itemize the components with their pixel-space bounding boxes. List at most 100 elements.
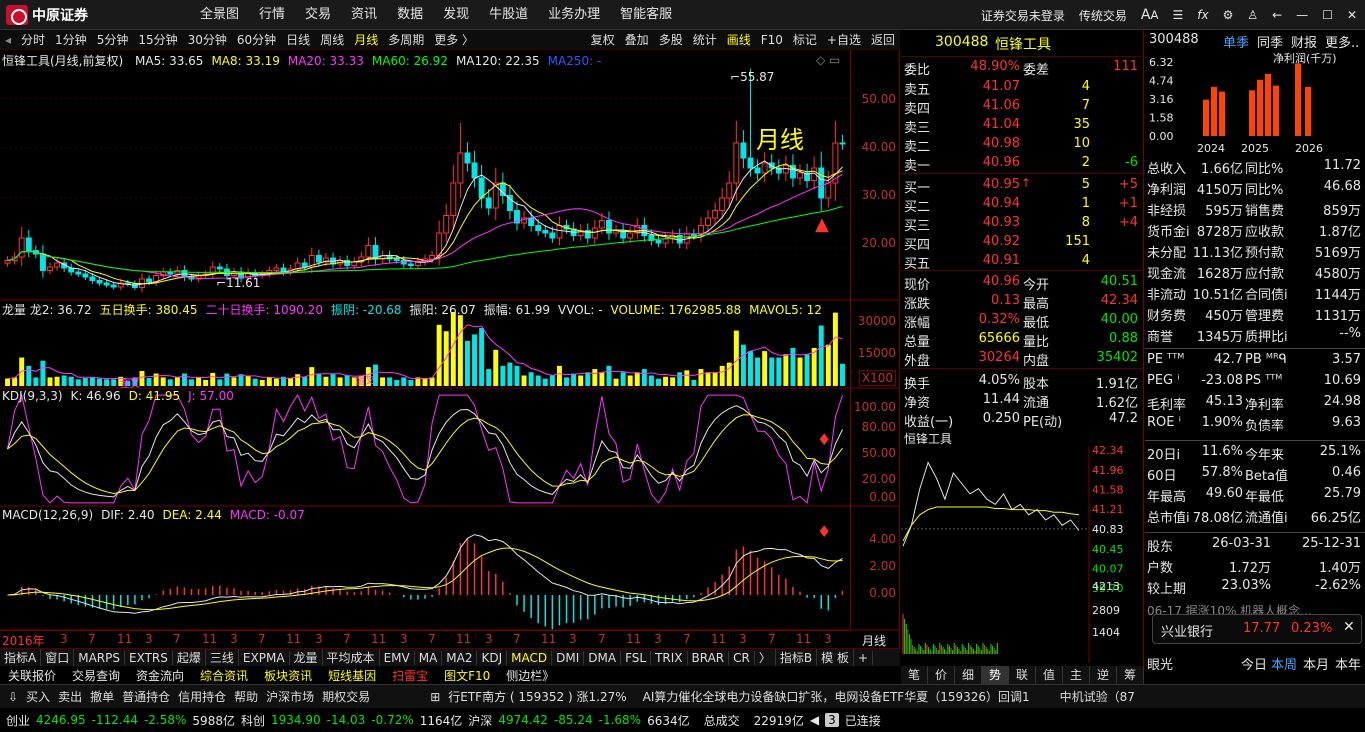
menu-item-data[interactable]: 数据 (387, 0, 433, 30)
indicator-tab[interactable]: 龙量 (290, 649, 323, 666)
trade-position[interactable]: 普通持仓 (122, 688, 170, 705)
tool-back[interactable]: 返回 (866, 31, 900, 48)
indicator-tab[interactable]: DMA (584, 650, 622, 665)
settings-list-icon[interactable]: ☰ (1172, 8, 1183, 22)
quick-link[interactable]: 短线基因 (320, 667, 384, 684)
fin-tab-quarter[interactable]: 单季 (1223, 32, 1249, 51)
close-icon[interactable]: ✕ (1343, 619, 1355, 635)
formula-icon[interactable]: fx (1197, 8, 1208, 22)
period-more[interactable]: 更多 〉 (429, 31, 479, 48)
trade-options[interactable]: 期权交易 (322, 688, 370, 705)
quick-link[interactable]: 交易查询 (64, 667, 128, 684)
quick-link[interactable]: 扫雷宝 (384, 667, 436, 684)
watch-tab-month[interactable]: 本月 (1303, 654, 1329, 673)
period-1min[interactable]: 1分钟 (50, 31, 92, 48)
period-15min[interactable]: 15分钟 (133, 31, 182, 48)
pane-menu-icons[interactable]: ◇ ▭ (816, 53, 840, 67)
indicator-tab[interactable]: 平均成本 (323, 649, 380, 666)
period-weekly[interactable]: 周线 (315, 31, 349, 48)
trade-market[interactable]: 沪深市场 (266, 688, 314, 705)
speaker-icon[interactable]: ◀ (810, 713, 819, 727)
fin-tab-same-quarter[interactable]: 同季 (1257, 32, 1283, 51)
tool-stats[interactable]: 统计 (688, 31, 722, 48)
close-icon[interactable]: ✕ (1347, 8, 1357, 22)
period-timeshare[interactable]: 分时 (16, 31, 50, 48)
indicator-tab[interactable]: EMV (380, 650, 415, 665)
tool-draw-line[interactable]: 画线 (722, 31, 756, 48)
sidebar-toggle-icon[interactable]: ◂ (0, 33, 16, 47)
tool-multi-stock[interactable]: 多股 (654, 31, 688, 48)
sell-row[interactable]: 卖五 41.07 4 (901, 77, 1144, 98)
quick-link[interactable]: 关联报价 (0, 667, 64, 684)
tool-adjust[interactable]: 复权 (586, 31, 620, 48)
indicator-tab[interactable]: FSL (621, 650, 652, 665)
period-30min[interactable]: 30分钟 (183, 31, 232, 48)
indicator-tab[interactable]: DMI (552, 650, 585, 665)
indicator-tab[interactable]: 〉 (755, 649, 776, 666)
detail-tab[interactable]: 势 (982, 666, 1009, 684)
ticker-news[interactable]: AI算力催化全球电力设备缺口扩张，电网设备ETF华夏（159326）回调1 (643, 688, 1030, 705)
period-5min[interactable]: 5分钟 (92, 31, 134, 48)
detail-tab[interactable]: 笔 (901, 666, 928, 684)
sell-row[interactable]: 卖四 41.06 7 (901, 96, 1144, 117)
buy-row[interactable]: 买四 40.92 151 (901, 232, 1144, 253)
menu-item-support[interactable]: 智能客服 (610, 0, 682, 30)
indicator-tab[interactable]: MA (415, 650, 443, 665)
shirt-icon[interactable]: ♙ (1247, 8, 1258, 22)
intraday-canvas[interactable]: 42.3441.9641.5841.2140.8340.4540.0739.70… (901, 428, 1144, 666)
fin-tab-more[interactable]: 更多.. (1325, 32, 1359, 51)
detail-tab[interactable]: 价 (928, 666, 955, 684)
menu-item-niugudao[interactable]: 牛股道 (479, 0, 538, 30)
trade-buy[interactable]: 买入 (26, 688, 50, 705)
detail-tab[interactable]: 主 (1063, 666, 1090, 684)
menu-item-trade[interactable]: 交易 (295, 0, 341, 30)
ticker-test[interactable]: 中机试验（87 (1060, 688, 1135, 705)
login-status-link[interactable]: 证券交易未登录 (981, 7, 1065, 24)
watch-tab-year[interactable]: 本年 (1335, 654, 1361, 673)
indicator-tab[interactable]: 指标B (776, 649, 818, 666)
intraday-chart[interactable]: 恒锋工具 42.34 41.96 41.58 41.21 40.83 40.45 40.07… (901, 428, 1144, 666)
trade-credit[interactable]: 信用持仓 (178, 688, 226, 705)
menu-item-quotes[interactable]: 行情 (249, 0, 295, 30)
quick-link[interactable]: 侧边栏》 (498, 667, 562, 684)
download-icon[interactable]: ⇩ (8, 690, 18, 704)
hot-stock-box[interactable]: 兴业银行 17.77 0.23% ✕ (1152, 614, 1362, 644)
ticker-etf[interactable]: 行ETF南方 ( 159352 ) 涨1.27% (448, 688, 626, 705)
indicator-tab[interactable]: EXTRS (125, 650, 173, 665)
quick-link[interactable]: 图文F10 (436, 667, 498, 684)
minimize-icon[interactable]: — (1296, 8, 1308, 22)
period-daily[interactable]: 日线 (281, 31, 315, 48)
trade-cancel[interactable]: 撤单 (90, 688, 114, 705)
maximize-icon[interactable]: ☐ (1322, 8, 1333, 22)
indicator-tab[interactable]: MARPS (74, 650, 125, 665)
indicator-tab[interactable]: CR (729, 650, 755, 665)
tool-add-watchlist[interactable]: +自选 (822, 31, 866, 48)
period-monthly[interactable]: 月线 (349, 31, 383, 48)
font-size-icon[interactable]: AA (1141, 7, 1159, 23)
detail-tab[interactable]: 联 (1009, 666, 1036, 684)
indicator-tab[interactable]: TRIX (651, 650, 688, 665)
indicator-tab[interactable]: 三线 (206, 649, 239, 666)
indicator-tab[interactable]: + (854, 650, 874, 665)
trade-sell[interactable]: 卖出 (58, 688, 82, 705)
buy-row[interactable]: 买三 40.93 8 +4 (901, 213, 1144, 234)
kline-chart-area[interactable]: 恒锋工具(月线,前复权) MA5: 33.65 MA8: 33.19 MA20: 3… (0, 50, 900, 648)
menu-item-news[interactable]: 资讯 (341, 0, 387, 30)
menu-item-services[interactable]: 业务办理 (538, 0, 610, 30)
indicator-tab[interactable]: EXPMA (239, 650, 290, 665)
indicator-tab[interactable]: MACD (507, 650, 553, 665)
detail-tab[interactable]: 细 (955, 666, 982, 684)
gear-icon[interactable]: ⚙ (1223, 8, 1234, 22)
sell-row[interactable]: 卖二 40.98 10 (901, 134, 1144, 155)
detail-tab[interactable]: 逆 (1090, 666, 1117, 684)
indicator-tab[interactable]: 起爆 (173, 649, 206, 666)
watch-tab-today[interactable]: 今日 (1241, 654, 1267, 673)
tool-mark[interactable]: 标记 (788, 31, 822, 48)
fin-tab-report[interactable]: 财报 (1291, 32, 1317, 51)
ticker-plus-icon[interactable]: ⊞ (430, 690, 440, 704)
sell-row[interactable]: 卖一 40.96 2 -6 (901, 153, 1144, 174)
indicator-tab[interactable]: KDJ (477, 650, 508, 665)
menu-item-overview[interactable]: 全景图 (190, 0, 249, 30)
detail-tab[interactable]: 筹 (1117, 666, 1144, 684)
quick-link[interactable]: 资金流向 (128, 667, 192, 684)
